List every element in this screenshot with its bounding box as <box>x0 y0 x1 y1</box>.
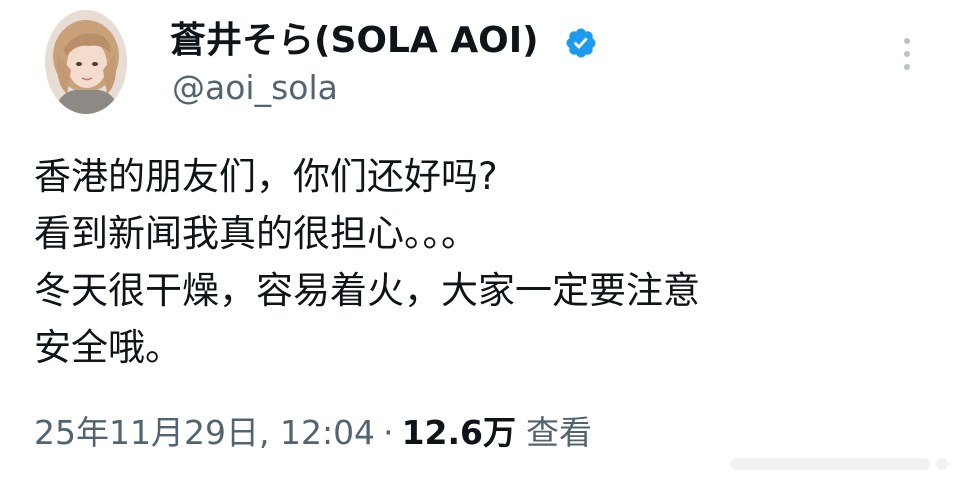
timestamp-link[interactable]: 25年11月29日, 12:04 <box>34 413 375 452</box>
tweet-card: 蒼井そら(SOLA AOI) @aoi_sola 香港的朋友们，你们还好吗? 看… <box>0 0 960 484</box>
views-count: 12.6万 <box>401 413 516 452</box>
meta-separator: · <box>383 413 394 452</box>
avatar-photo <box>45 10 127 114</box>
verified-badge-icon <box>566 28 596 58</box>
more-dot-icon <box>904 51 910 57</box>
more-dot-icon <box>904 38 910 44</box>
more-options-button[interactable] <box>892 34 922 74</box>
tweet-line: 安全哦。 <box>34 326 182 369</box>
tweet-text: 香港的朋友们，你们还好吗? 看到新闻我真的很担心。。。 冬天很干燥，容易着火，大… <box>34 148 934 376</box>
tweet-line: 看到新闻我真的很担心。。。 <box>34 212 478 255</box>
tweet-line: 香港的朋友们，你们还好吗? <box>34 155 498 198</box>
views-label[interactable]: 查看 <box>526 413 592 452</box>
avatar[interactable] <box>45 10 127 114</box>
user-handle[interactable]: @aoi_sola <box>172 66 338 110</box>
tweet-line: 冬天很干燥，容易着火，大家一定要注意 <box>34 269 700 312</box>
more-dot-icon <box>904 64 910 70</box>
watermark-icon <box>730 458 948 470</box>
display-name[interactable]: 蒼井そら(SOLA AOI) <box>170 18 539 64</box>
tweet-meta: 25年11月29日, 12:04 · 12.6万 查看 <box>34 410 592 456</box>
